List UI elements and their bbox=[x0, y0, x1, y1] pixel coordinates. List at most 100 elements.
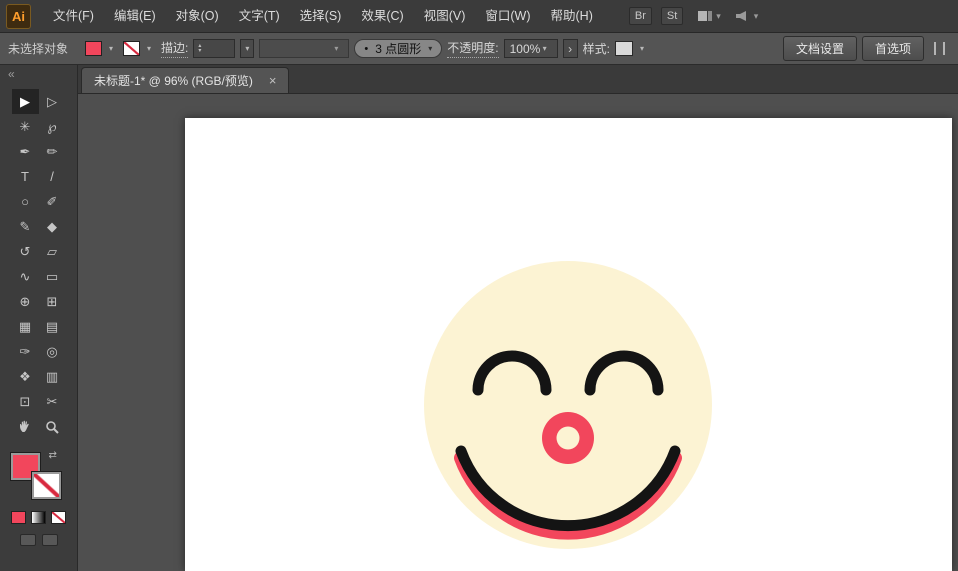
chevron-down-icon: ▾ bbox=[753, 10, 759, 21]
type-icon: T bbox=[21, 169, 29, 184]
gradient-icon: ▤ bbox=[45, 318, 59, 334]
tool-eraser[interactable]: ◆ bbox=[39, 214, 66, 239]
tool-lasso[interactable]: ℘ bbox=[39, 114, 66, 139]
canvas[interactable] bbox=[78, 94, 958, 571]
tool-symbol-sprayer[interactable]: ❖ bbox=[12, 364, 39, 389]
none-button[interactable] bbox=[51, 511, 66, 524]
artboard[interactable] bbox=[185, 118, 952, 571]
tool-artboard[interactable]: ⊡ bbox=[12, 389, 39, 414]
chevron-down-icon: ▾ bbox=[716, 10, 721, 21]
opacity-field[interactable]: 100% ▾ bbox=[503, 39, 558, 58]
chevron-down-icon[interactable]: ▾ bbox=[147, 44, 151, 53]
preferences-button[interactable]: 首选项 bbox=[861, 36, 924, 61]
draw-mode-button[interactable] bbox=[19, 534, 36, 546]
stroke-swatch[interactable] bbox=[31, 472, 61, 499]
tool-scale[interactable]: ▱ bbox=[39, 239, 66, 264]
tool-hand[interactable] bbox=[12, 414, 39, 439]
smiley-artwork[interactable] bbox=[185, 118, 952, 571]
menu-bar: Ai 文件(F) 编辑(E) 对象(O) 文字(T) 选择(S) 效果(C) 视… bbox=[0, 0, 958, 33]
tool-line-segment[interactable]: / bbox=[39, 164, 66, 189]
face-circle[interactable] bbox=[424, 261, 712, 549]
chevron-down-icon[interactable]: ▾ bbox=[640, 44, 644, 53]
tools-panel-collapse[interactable]: « bbox=[0, 65, 77, 89]
screen-mode-button[interactable] bbox=[41, 534, 58, 546]
tool-blend[interactable]: ◎ bbox=[39, 339, 66, 364]
swap-fill-stroke-icon[interactable]: ⇄ bbox=[49, 451, 57, 461]
stroke-color-swatch[interactable] bbox=[123, 41, 141, 56]
chevron-down-icon[interactable]: ▾ bbox=[543, 44, 547, 53]
stock-button[interactable]: St bbox=[660, 7, 684, 25]
document-setup-button[interactable]: 文档设置 bbox=[782, 36, 857, 61]
menu-window[interactable]: 窗口(W) bbox=[475, 0, 540, 32]
tool-rotate[interactable]: ↺ bbox=[12, 239, 39, 264]
width-tool-icon: ∿ bbox=[19, 268, 31, 284]
variable-width-profile-dropdown[interactable]: ▾ bbox=[259, 39, 350, 58]
tool-direct-selection[interactable]: ▷ bbox=[39, 89, 66, 114]
tool-mesh[interactable]: ▦ bbox=[12, 314, 39, 339]
opacity-value[interactable]: 100% bbox=[510, 42, 541, 56]
tool-eyedropper[interactable]: ✑ bbox=[12, 339, 39, 364]
menu-help[interactable]: 帮助(H) bbox=[541, 0, 603, 32]
cs-live-control[interactable]: ▾ bbox=[735, 10, 759, 22]
menu-type[interactable]: 文字(T) bbox=[229, 0, 290, 32]
nose-inner[interactable] bbox=[556, 426, 580, 450]
workspace-switcher[interactable]: ▾ bbox=[697, 10, 721, 22]
free-transform-icon: ▭ bbox=[45, 268, 59, 284]
menu-select[interactable]: 选择(S) bbox=[290, 0, 352, 32]
tool-pen[interactable]: ✒ bbox=[12, 139, 39, 164]
tool-selection[interactable]: ▶ bbox=[11, 89, 39, 114]
menu-view[interactable]: 视图(V) bbox=[414, 0, 476, 32]
tool-gradient[interactable]: ▤ bbox=[39, 314, 66, 339]
tool-column-graph[interactable]: ▥ bbox=[39, 364, 66, 389]
menu-object[interactable]: 对象(O) bbox=[166, 0, 229, 32]
paintbrush-icon: ✐ bbox=[46, 193, 58, 209]
tools-panel: « ▶ ▷ ✳ ℘ ✒ ✏ T / ○ ✐ ✎ ◆ ↺ ▱ ∿ ▭ ⊕ ⊞ ▦ … bbox=[0, 65, 78, 571]
chevron-right-icon: › bbox=[568, 41, 573, 56]
tool-slice[interactable]: ✂ bbox=[39, 389, 66, 414]
tool-magic-wand[interactable]: ✳ bbox=[12, 114, 39, 139]
tool-type[interactable]: T bbox=[12, 164, 39, 189]
gradient-button[interactable] bbox=[31, 511, 46, 524]
eraser-icon: ◆ bbox=[47, 218, 57, 234]
tool-width[interactable]: ∿ bbox=[12, 264, 39, 289]
fill-stroke-widget: ⇄ bbox=[10, 451, 67, 501]
line-segment-icon: / bbox=[50, 169, 54, 184]
menu-effect[interactable]: 效果(C) bbox=[351, 0, 413, 32]
spin-down-icon[interactable]: ▾ bbox=[198, 48, 201, 54]
slice-icon: ✂ bbox=[46, 393, 58, 409]
menu-file[interactable]: 文件(F) bbox=[43, 0, 104, 32]
graphic-style-swatch[interactable] bbox=[614, 41, 633, 56]
tool-paintbrush[interactable]: ✐ bbox=[39, 189, 66, 214]
tool-ellipse[interactable]: ○ bbox=[12, 189, 39, 214]
brush-definition-value: 3 点圆形 bbox=[375, 42, 422, 56]
illustrator-logo: Ai bbox=[6, 3, 31, 29]
tool-shape-builder[interactable]: ⊕ bbox=[12, 289, 39, 314]
document-tab[interactable]: 未标题-1* @ 96% (RGB/预览) × bbox=[81, 67, 290, 93]
tool-perspective-grid[interactable]: ⊞ bbox=[39, 289, 66, 314]
recolor-artwork-button[interactable]: › bbox=[562, 39, 578, 58]
menu-edit[interactable]: 编辑(E) bbox=[104, 0, 166, 32]
chevron-down-icon: ▾ bbox=[428, 44, 433, 53]
color-button[interactable] bbox=[11, 511, 26, 524]
brush-definition-dropdown[interactable]: • 3 点圆形 ▾ bbox=[354, 39, 443, 58]
screen-mode-row bbox=[19, 534, 58, 546]
stroke-weight-label[interactable]: 描边: bbox=[161, 39, 189, 58]
close-icon[interactable]: × bbox=[269, 73, 277, 88]
tool-pencil[interactable]: ✎ bbox=[12, 214, 39, 239]
tool-free-transform[interactable]: ▭ bbox=[39, 264, 66, 289]
panel-dock-icon[interactable] bbox=[934, 42, 945, 55]
spinner-icons[interactable]: ▴ ▾ bbox=[198, 43, 201, 54]
chevron-down-icon: ▾ bbox=[245, 44, 250, 53]
stroke-weight-stepper[interactable]: ▴ ▾ bbox=[193, 39, 236, 58]
chevron-down-icon[interactable]: ▾ bbox=[109, 44, 113, 53]
brush-dot-icon: • bbox=[364, 42, 369, 55]
tool-zoom[interactable] bbox=[39, 414, 66, 439]
selection-icon: ▶ bbox=[20, 93, 30, 109]
perspective-grid-icon: ⊞ bbox=[46, 293, 58, 309]
blend-icon: ◎ bbox=[46, 343, 58, 359]
fill-color-swatch[interactable] bbox=[85, 41, 103, 56]
bridge-button[interactable]: Br bbox=[628, 7, 652, 25]
tool-add-anchor-point[interactable]: ✏ bbox=[39, 139, 66, 164]
stroke-weight-dropdown[interactable]: ▾ bbox=[240, 39, 255, 58]
opacity-label[interactable]: 不透明度: bbox=[447, 39, 499, 58]
